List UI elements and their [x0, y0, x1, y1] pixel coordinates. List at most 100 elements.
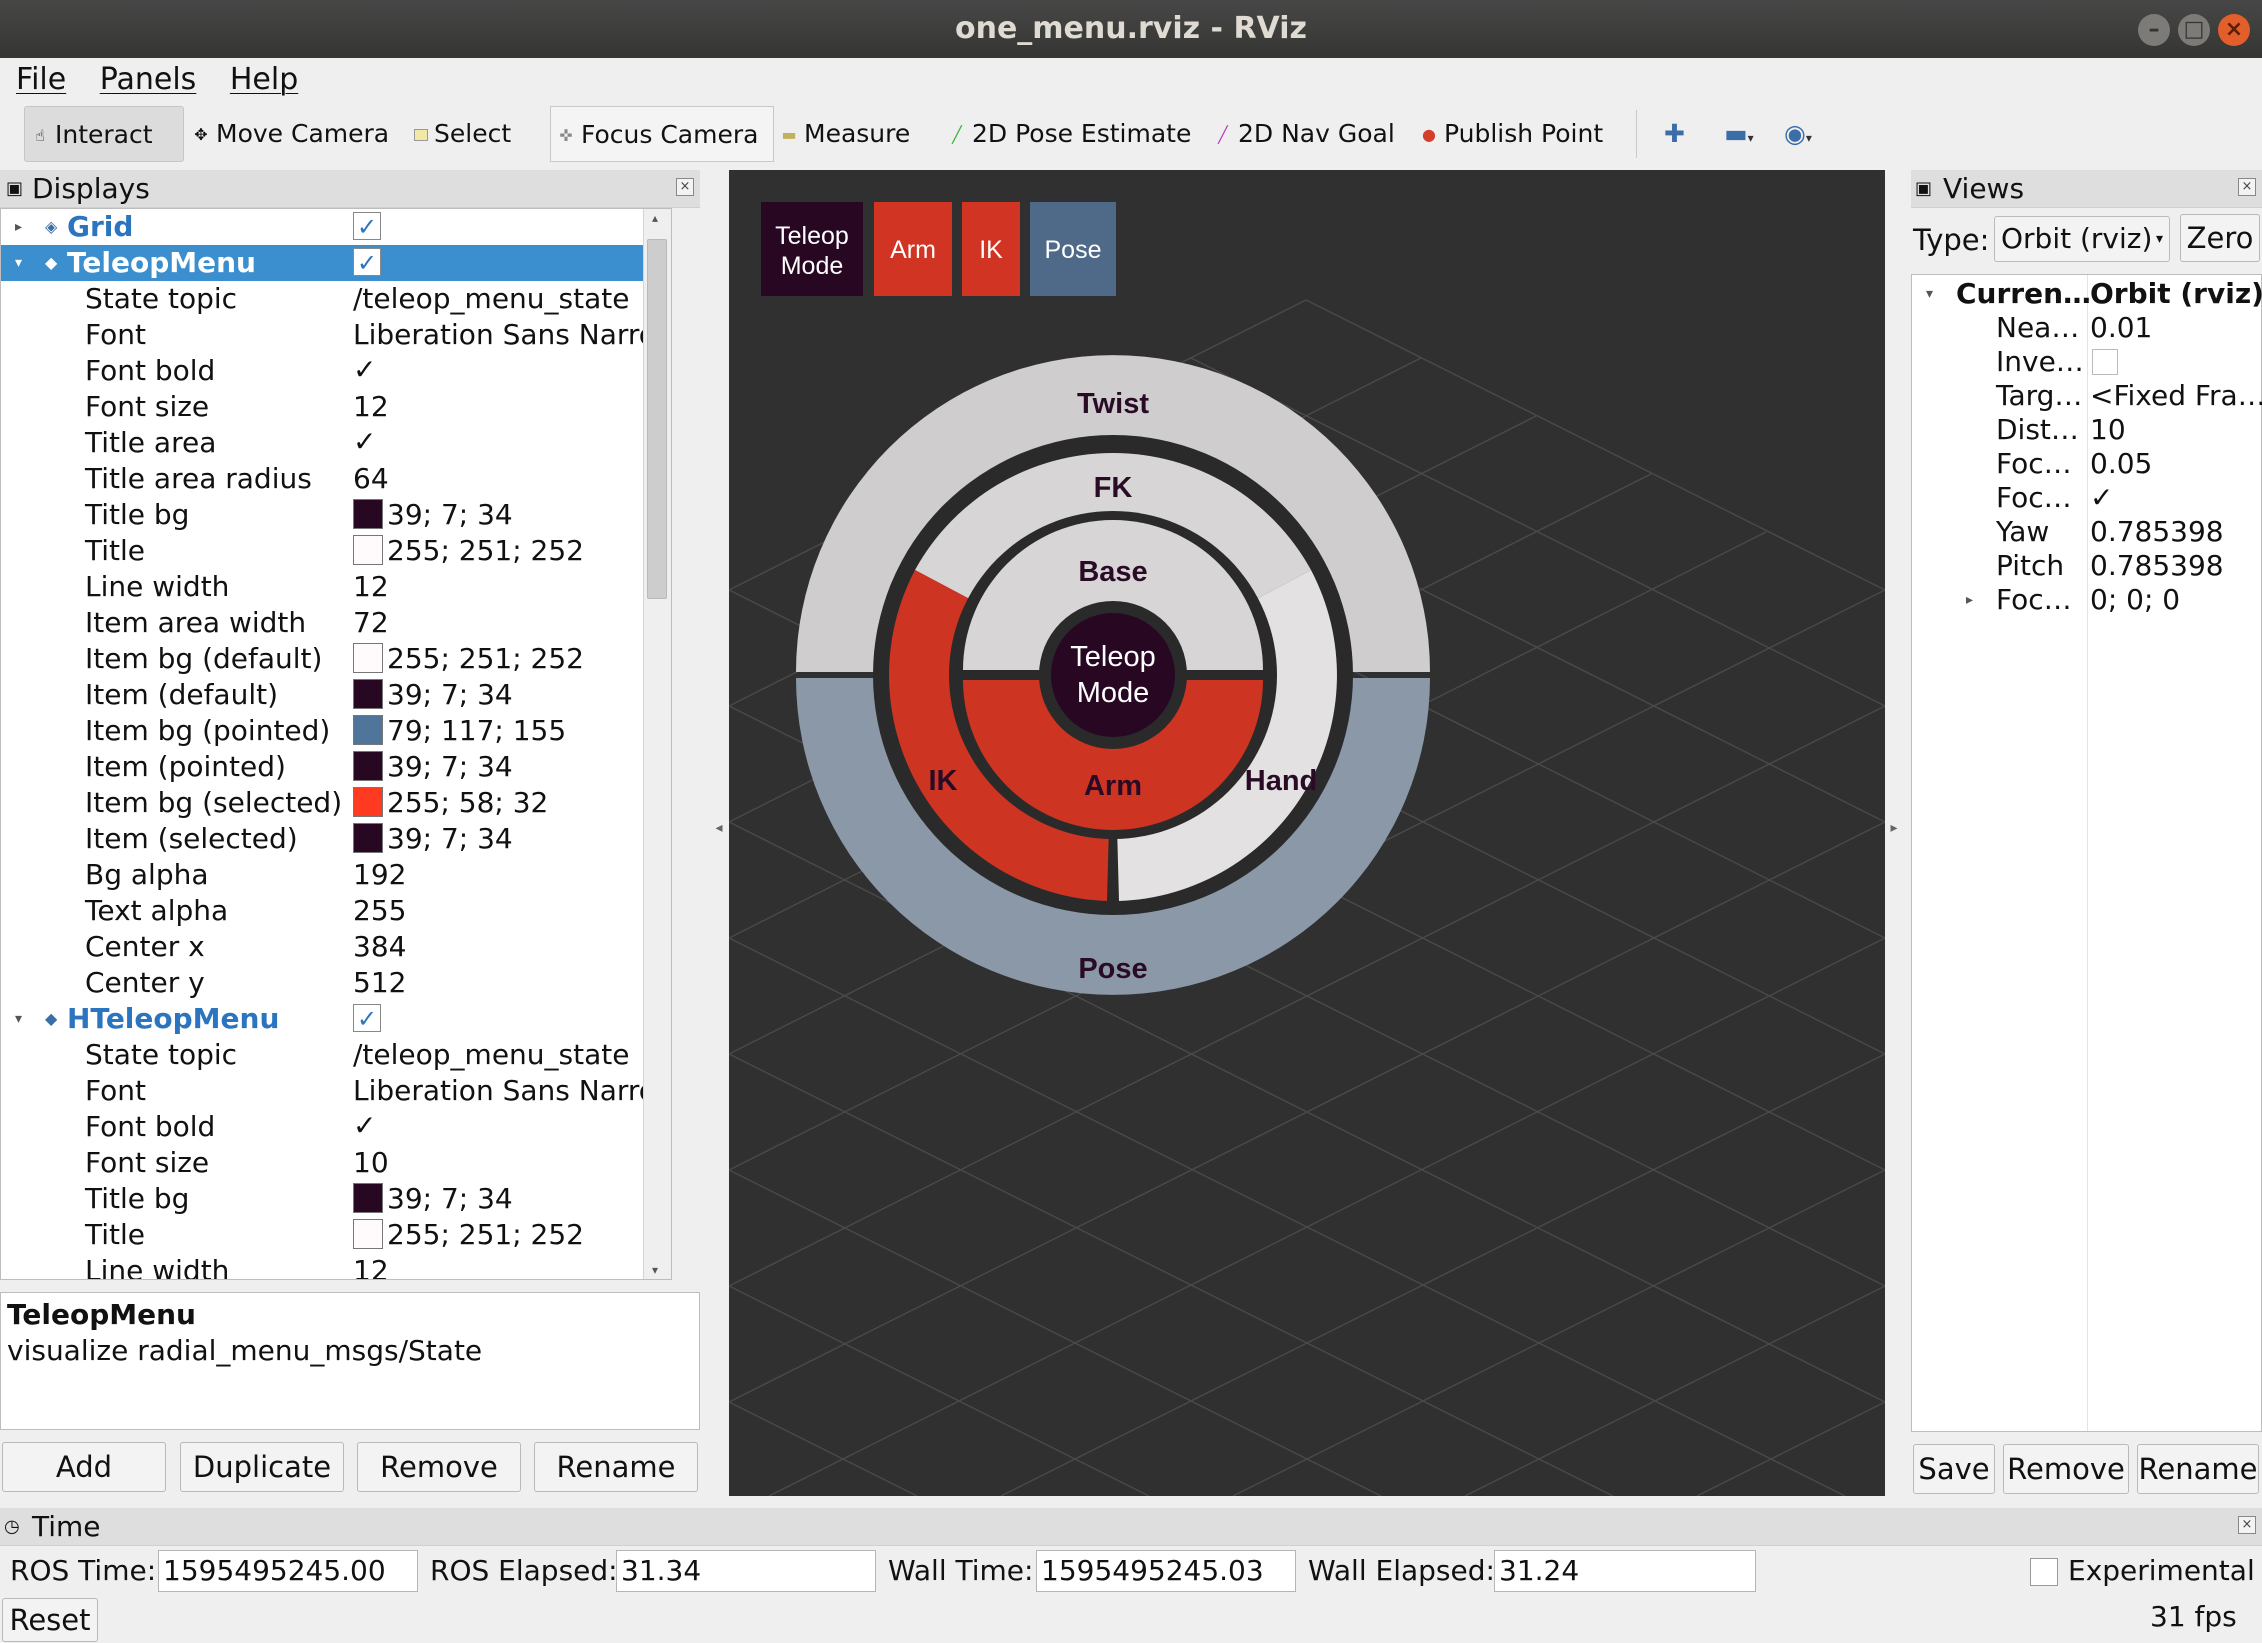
teleop-property-row[interactable]: Item (default) 39; 7; 34 — [1, 677, 671, 713]
display-teleopmenu-row[interactable]: ▾ ◆ TeleopMenu ✓ — [1, 245, 671, 281]
view-property-checkbox[interactable]: ✓ — [2090, 481, 2113, 515]
display-grid-row[interactable]: ▸ ◈ Grid ✓ — [1, 209, 671, 245]
view-property-row[interactable]: ▸ Foc… 0; 0; 0 — [1912, 583, 2262, 617]
property-checkbox[interactable]: ✓ — [353, 356, 381, 384]
color-swatch[interactable] — [353, 715, 383, 745]
property-value[interactable]: 79; 117; 155 — [353, 713, 566, 749]
teleop-property-row[interactable]: Item (pointed) 39; 7; 34 — [1, 749, 671, 785]
hteleop-property-row[interactable]: Font Liberation Sans Narrow — [1, 1073, 671, 1109]
menu-help[interactable]: Help — [230, 58, 298, 102]
add-tool-icon[interactable]: ✚ — [1658, 106, 1694, 162]
remove-tool-icon[interactable]: ▬▾ — [1718, 106, 1766, 162]
view-property-row[interactable]: Foc… ✓ — [1912, 481, 2262, 515]
color-swatch[interactable] — [353, 1219, 383, 1249]
property-value[interactable]: 12 — [353, 389, 389, 425]
view-property-value[interactable]: 0.01 — [2090, 311, 2152, 345]
color-swatch[interactable] — [353, 535, 383, 565]
hteleop-property-row[interactable]: Font size 10 — [1, 1145, 671, 1181]
view-property-row[interactable]: Nea… 0.01 — [1912, 311, 2262, 345]
collapse-arrow-icon[interactable]: ▾ — [15, 245, 22, 281]
property-value[interactable]: 39; 7; 34 — [353, 497, 513, 533]
render-canvas[interactable]: Teleop Mode Arm IK Pose Twist Pose FK IK… — [729, 170, 1885, 1496]
remove-display-button[interactable]: Remove — [357, 1442, 521, 1492]
current-view-row[interactable]: ▾ Curren… Orbit (rviz) — [1912, 277, 2262, 311]
property-checkbox[interactable]: ✓ — [353, 428, 381, 456]
color-swatch[interactable] — [353, 679, 383, 709]
hteleopmenu-enabled-checkbox[interactable]: ✓ — [353, 1004, 381, 1033]
teleop-property-row[interactable]: Title 255; 251; 252 — [1, 533, 671, 569]
hteleop-property-row[interactable]: State topic/teleop_menu_state — [1, 1037, 671, 1073]
color-swatch[interactable] — [353, 823, 383, 853]
move-camera-tool-button[interactable]: ✥ Move Camera — [186, 106, 389, 162]
property-value[interactable]: /teleop_menu_state — [353, 1037, 629, 1073]
pose-estimate-tool-button[interactable]: ╱ 2D Pose Estimate — [942, 106, 1191, 162]
save-view-button[interactable]: Save — [1913, 1444, 1995, 1494]
hteleop-property-row[interactable]: Title 255; 251; 252 — [1, 1217, 671, 1253]
teleop-property-row[interactable]: Font bold ✓ — [1, 353, 671, 389]
property-value[interactable]: 39; 7; 34 — [353, 677, 513, 713]
rename-view-button[interactable]: Rename — [2137, 1444, 2259, 1494]
property-value[interactable]: 39; 7; 34 — [353, 821, 513, 857]
hteleop-property-row[interactable]: Font bold ✓ — [1, 1109, 671, 1145]
teleop-property-row[interactable]: State topic/teleop_menu_state — [1, 281, 671, 317]
publish-point-tool-button[interactable]: ● Publish Point — [1414, 106, 1603, 162]
view-property-value[interactable]: 0.05 — [2090, 447, 2152, 481]
view-property-checkbox[interactable] — [2092, 349, 2118, 375]
view-property-row[interactable]: Targ… <Fixed Fra… — [1912, 379, 2262, 413]
property-value[interactable]: 72 — [353, 605, 389, 641]
ros-time-field[interactable]: 1595495245.00 — [158, 1550, 418, 1592]
close-icon[interactable]: × — [2218, 14, 2250, 46]
teleop-property-row[interactable]: Bg alpha 192 — [1, 857, 671, 893]
property-value[interactable]: Liberation Sans Narrow — [353, 317, 671, 353]
teleop-property-row[interactable]: Item bg (pointed) 79; 117; 155 — [1, 713, 671, 749]
view-property-row[interactable]: Dist… 10 — [1912, 413, 2262, 447]
teleop-property-row[interactable]: Title area radius 64 — [1, 461, 671, 497]
property-value[interactable]: 192 — [353, 857, 406, 893]
focus-camera-tool-button[interactable]: ✜ Focus Camera — [550, 106, 774, 162]
expand-arrow-icon[interactable]: ▸ — [15, 209, 22, 245]
property-value[interactable]: 255 — [353, 893, 406, 929]
teleop-property-row[interactable]: Title bg 39; 7; 34 — [1, 497, 671, 533]
right-splitter-handle[interactable]: ▸ — [1885, 170, 1903, 1496]
time-close-icon[interactable]: × — [2238, 1516, 2256, 1534]
tool-properties-icon[interactable]: ◉▾ — [1778, 106, 1826, 162]
teleop-property-row[interactable]: Item bg (default) 255; 251; 252 — [1, 641, 671, 677]
collapse-arrow-icon[interactable]: ▾ — [15, 1001, 22, 1037]
property-value[interactable]: 64 — [353, 461, 389, 497]
menu-file[interactable]: File — [16, 58, 66, 102]
view-property-value[interactable]: 10 — [2090, 413, 2126, 447]
view-property-row[interactable]: Inve… — [1912, 345, 2262, 379]
property-value[interactable]: 384 — [353, 929, 406, 965]
scrollbar-thumb[interactable] — [647, 239, 667, 599]
color-swatch[interactable] — [353, 499, 383, 529]
view-type-select[interactable]: Orbit (rviz) ▾ — [1994, 216, 2170, 262]
color-swatch[interactable] — [353, 787, 383, 817]
property-value[interactable]: 255; 251; 252 — [353, 1217, 584, 1253]
displays-scrollbar[interactable]: ▴ ▾ — [643, 209, 671, 1279]
render-viewport[interactable]: Teleop Mode Arm IK Pose Twist Pose FK IK… — [729, 170, 1885, 1496]
teleop-property-row[interactable]: Line width 12 — [1, 569, 671, 605]
property-value[interactable]: 12 — [353, 569, 389, 605]
view-property-row[interactable]: Yaw 0.785398 — [1912, 515, 2262, 549]
color-swatch[interactable] — [353, 751, 383, 781]
property-value[interactable]: 39; 7; 34 — [353, 1181, 513, 1217]
measure-tool-button[interactable]: ▬ Measure — [774, 106, 910, 162]
left-splitter-handle[interactable]: ◂ — [710, 170, 728, 1496]
reset-button[interactable]: Reset — [2, 1598, 98, 1642]
property-value[interactable]: 255; 251; 252 — [353, 533, 584, 569]
remove-view-button[interactable]: Remove — [2003, 1444, 2129, 1494]
teleopmenu-enabled-checkbox[interactable]: ✓ — [353, 248, 381, 277]
property-value[interactable]: 255; 58; 32 — [353, 785, 548, 821]
view-property-row[interactable]: Foc… 0.05 — [1912, 447, 2262, 481]
property-value[interactable]: Liberation Sans Narrow — [353, 1073, 671, 1109]
hteleop-property-row[interactable]: Title bg 39; 7; 34 — [1, 1181, 671, 1217]
hteleop-property-row[interactable]: Line width 12 — [1, 1253, 671, 1279]
property-value[interactable]: 10 — [353, 1145, 389, 1181]
ros-elapsed-field[interactable]: 31.34 — [616, 1550, 876, 1592]
property-value[interactable]: 12 — [353, 1253, 389, 1279]
teleop-property-row[interactable]: Text alpha 255 — [1, 893, 671, 929]
teleop-property-row[interactable]: Font size 12 — [1, 389, 671, 425]
nav-goal-tool-button[interactable]: ╱ 2D Nav Goal — [1208, 106, 1395, 162]
displays-close-icon[interactable]: × — [676, 178, 694, 196]
interact-tool-button[interactable]: ☝ Interact — [24, 106, 184, 162]
